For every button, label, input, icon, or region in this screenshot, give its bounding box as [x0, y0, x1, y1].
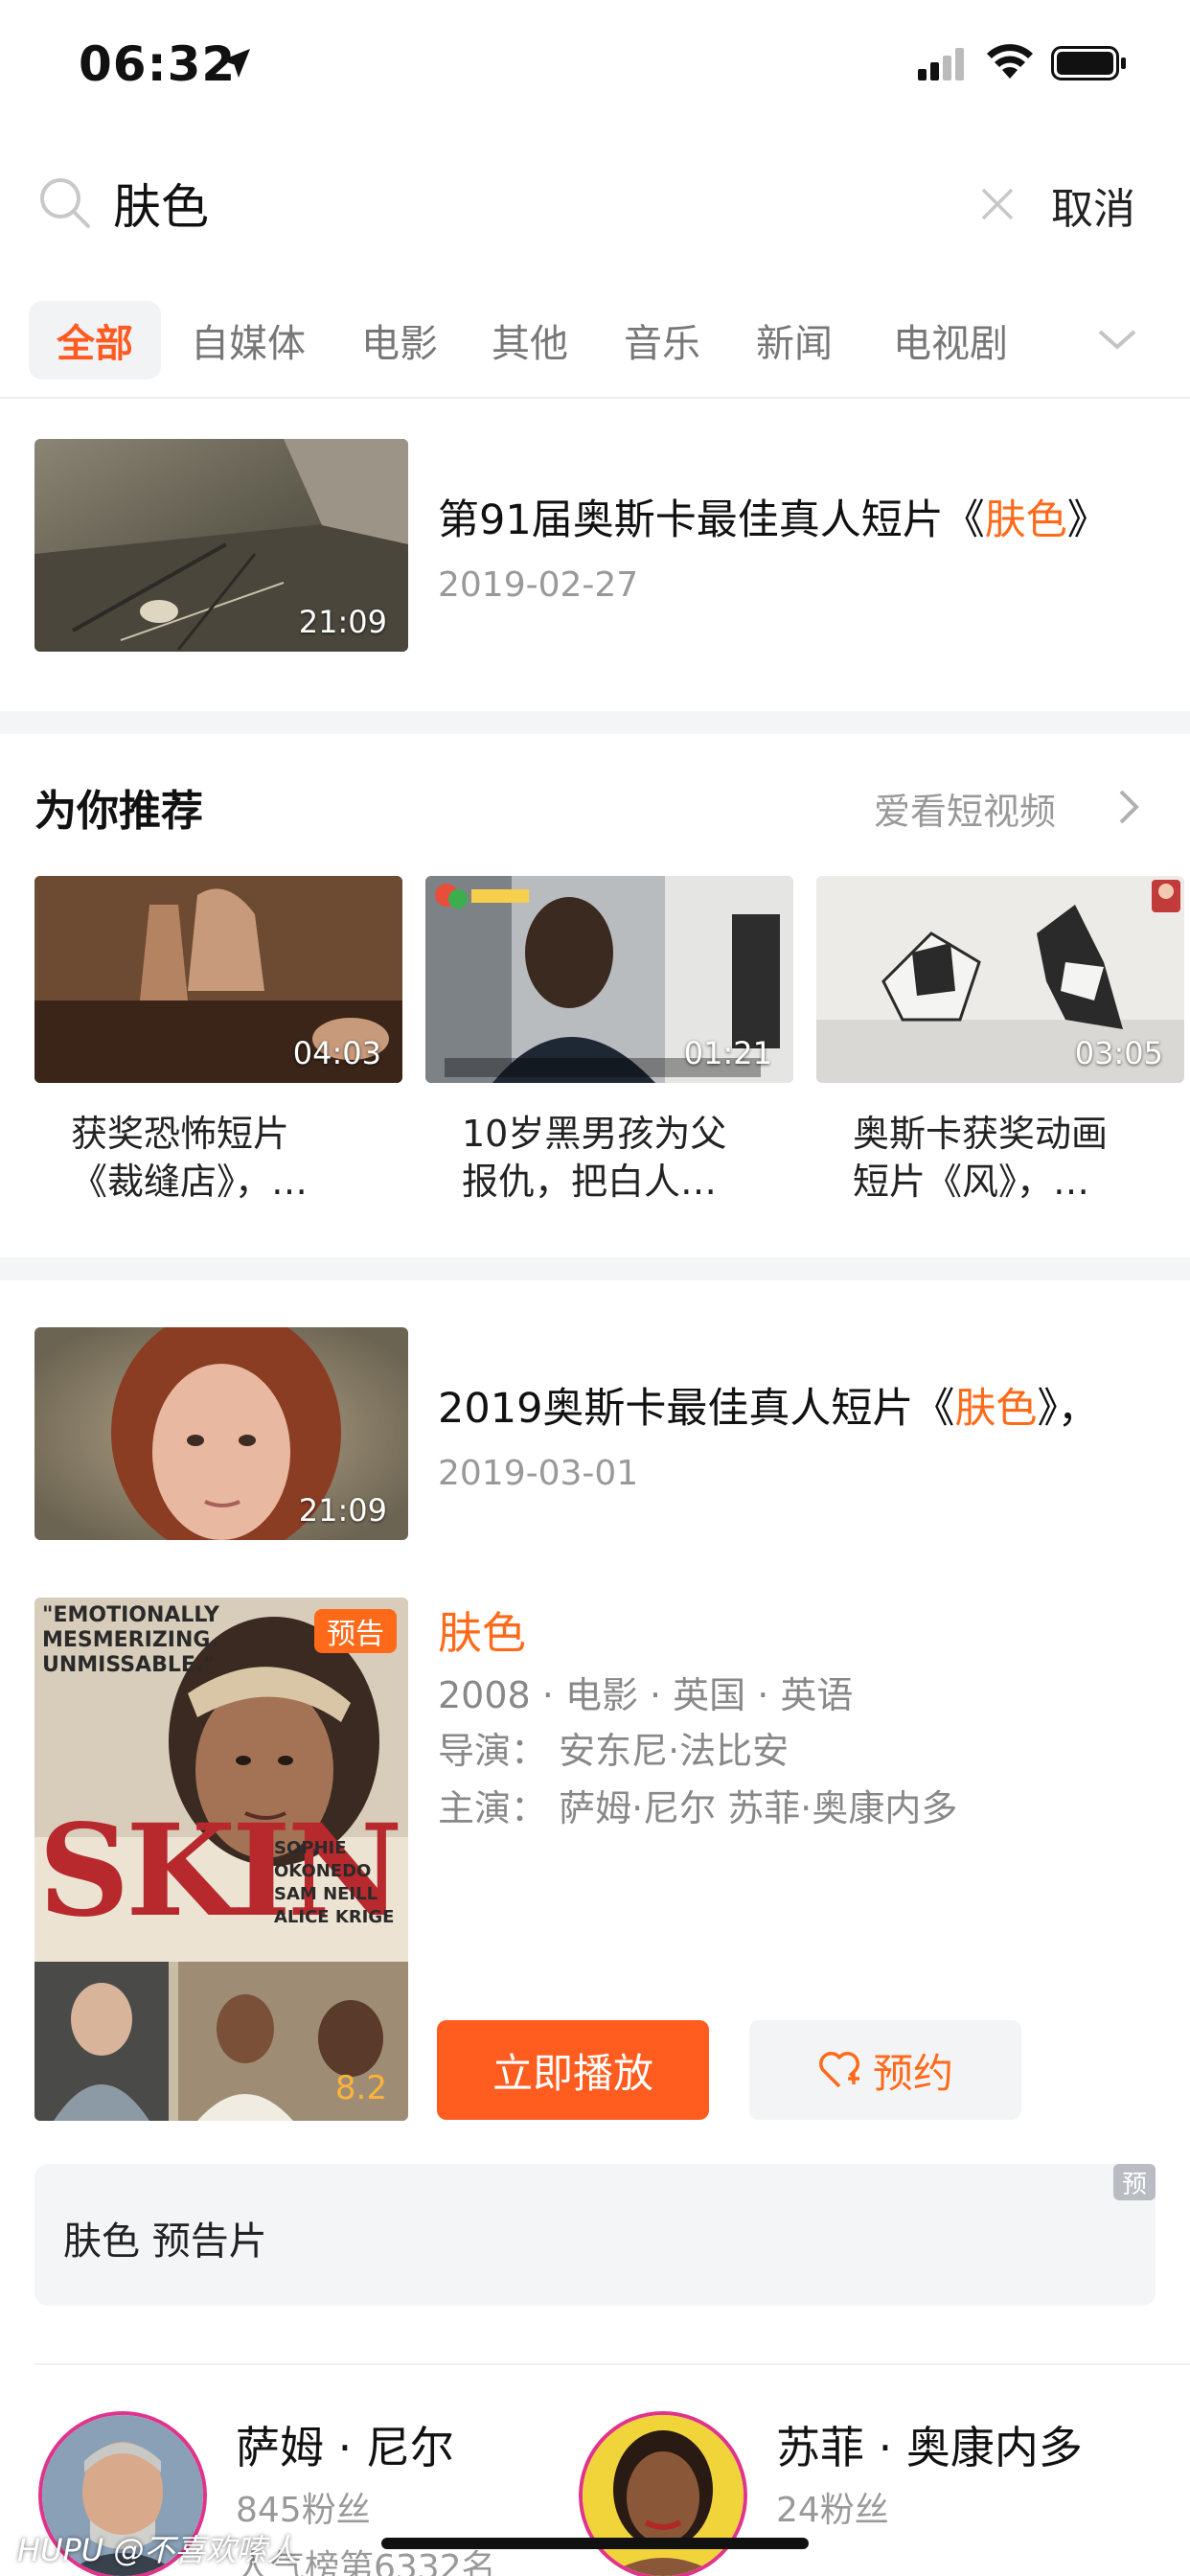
tab-news[interactable]: 新闻: [744, 301, 845, 380]
title-text: 》，: [1037, 1385, 1099, 1433]
recommend-card[interactable]: 03:05 奥斯卡获奖动画 短片《风》，…: [816, 876, 1184, 1203]
cancel-button[interactable]: 取消: [1051, 174, 1135, 236]
clear-icon[interactable]: [977, 184, 1018, 224]
tab-music[interactable]: 音乐: [611, 301, 713, 380]
status-time: 06:32: [79, 36, 237, 92]
movie-title[interactable]: 肤色: [438, 1598, 526, 1662]
caption-line: 短片《风》，…: [853, 1161, 1090, 1203]
recommend-more-link[interactable]: 爱看短视频: [874, 782, 1056, 835]
video-duration: 04:03: [292, 1035, 381, 1071]
video-duration: 01:21: [683, 1035, 772, 1071]
caption-line: 报仇，把白人…: [462, 1161, 718, 1203]
section-separator: [0, 711, 1190, 734]
title-text: 2019奥斯卡最佳真人短片《: [438, 1385, 955, 1433]
video-result[interactable]: 21:09 2019奥斯卡最佳真人短片《肤色》， 2019-03-01: [0, 1327, 1190, 1540]
recommend-card[interactable]: 04:03 获奖恐怖短片 《裁缝店》，…: [34, 876, 402, 1203]
title-text: 第91届奥斯卡最佳真人短片《: [438, 496, 985, 544]
caption-line: 10岁黑男孩为父: [462, 1113, 727, 1155]
search-icon: [40, 178, 90, 228]
rating-score: 8.2: [334, 2069, 387, 2107]
tab-we-media[interactable]: 自媒体: [184, 301, 312, 380]
poster-quote: "EMOTIONALLY MESMERIZING. UNMISSABLE.": [42, 1603, 219, 1677]
movie-director: 导演： 安东尼·法比安: [438, 1730, 790, 1772]
recommend-caption: 10岁黑男孩为父 报仇，把白人…: [462, 1110, 778, 1206]
watermark: HUPU @不喜欢嗦人: [17, 2532, 298, 2568]
movie-meta: 2008 · 电影 · 英国 · 英语: [438, 1674, 854, 1716]
reserve-label: 预约: [872, 2049, 953, 2097]
video-thumbnail[interactable]: 21:09: [34, 439, 408, 652]
actor-fans: 845粉丝: [236, 2491, 371, 2530]
tab-tv-series[interactable]: 电视剧: [874, 301, 1027, 380]
recommend-caption: 奥斯卡获奖动画 短片《风》，…: [853, 1110, 1169, 1206]
tab-movie[interactable]: 电影: [349, 301, 450, 380]
play-now-button[interactable]: 立即播放: [437, 2020, 709, 2120]
reserve-button[interactable]: 预约: [749, 2020, 1021, 2120]
divider: [34, 2363, 1190, 2365]
search-input[interactable]: 肤色: [113, 167, 927, 240]
caption-line: 奥斯卡获奖动画: [853, 1113, 1109, 1155]
movie-cast: 主演： 萨姆·尼尔 苏菲·奥康内多: [438, 1787, 958, 1829]
actor-name[interactable]: 苏菲 · 奥康内多: [776, 2413, 1083, 2476]
battery-icon: [1051, 46, 1126, 80]
location-arrow-icon: [221, 49, 250, 78]
title-text: 》: [1066, 496, 1109, 544]
caption-line: 《裁缝店》，…: [71, 1161, 309, 1203]
status-bar: 06:32: [0, 0, 1190, 129]
tab-other[interactable]: 其他: [479, 301, 581, 380]
video-duration: 21:09: [298, 1492, 387, 1529]
heart-plus-icon: [819, 2052, 859, 2088]
cellular-signal-icon: [918, 48, 968, 80]
trailer-badge: 预告: [314, 1609, 397, 1653]
trailer-label: 肤色 预告片: [63, 2220, 267, 2264]
recommend-card[interactable]: 01:21 10岁黑男孩为父 报仇，把白人…: [425, 876, 793, 1203]
tab-all[interactable]: 全部: [29, 301, 161, 380]
video-date: 2019-02-27: [438, 565, 639, 605]
wifi-icon: [987, 44, 1033, 79]
video-date: 2019-03-01: [438, 1454, 639, 1493]
actor-avatar[interactable]: [579, 2411, 747, 2576]
title-highlight: 肤色: [954, 1385, 1038, 1433]
poster-credits: SOPHIE OKONEDO SAM NEILL ALICE KRIGE: [274, 1838, 395, 1927]
video-thumbnail[interactable]: 01:21: [425, 876, 793, 1083]
trailer-item[interactable]: 肤色 预告片 预: [34, 2164, 1156, 2306]
chevron-right-icon[interactable]: [1115, 788, 1142, 826]
divider: [0, 397, 1190, 399]
actor-fans: 24粉丝: [776, 2491, 889, 2530]
actor-name[interactable]: 萨姆 · 尼尔: [236, 2413, 454, 2476]
movie-poster[interactable]: "EMOTIONALLY MESMERIZING. UNMISSABLE." S…: [34, 1598, 408, 2121]
home-indicator[interactable]: [381, 2538, 809, 2549]
category-tabs: 全部 自媒体 电影 其他 音乐 新闻 电视剧: [0, 297, 1190, 393]
chevron-down-icon[interactable]: [1096, 322, 1138, 356]
search-bar: 肤色 取消: [0, 153, 1190, 254]
video-thumbnail[interactable]: 03:05: [816, 876, 1184, 1083]
caption-line: 获奖恐怖短片: [71, 1113, 290, 1155]
video-title[interactable]: 第91届奥斯卡最佳真人短片《肤色》: [438, 487, 1109, 546]
title-highlight: 肤色: [984, 496, 1067, 544]
video-duration: 21:09: [298, 604, 387, 640]
video-thumbnail[interactable]: 04:03: [34, 876, 402, 1083]
video-duration: 03:05: [1074, 1035, 1163, 1071]
section-separator: [0, 1257, 1190, 1280]
video-result[interactable]: 21:09 第91届奥斯卡最佳真人短片《肤色》 2019-02-27: [0, 439, 1190, 652]
video-thumbnail[interactable]: 21:09: [34, 1327, 408, 1540]
recommend-title: 为你推荐: [34, 787, 203, 836]
recommend-caption: 获奖恐怖短片 《裁缝店》，…: [71, 1110, 387, 1206]
video-title[interactable]: 2019奥斯卡最佳真人短片《肤色》，: [438, 1375, 1099, 1435]
trailer-corner-badge: 预: [1113, 2164, 1156, 2200]
